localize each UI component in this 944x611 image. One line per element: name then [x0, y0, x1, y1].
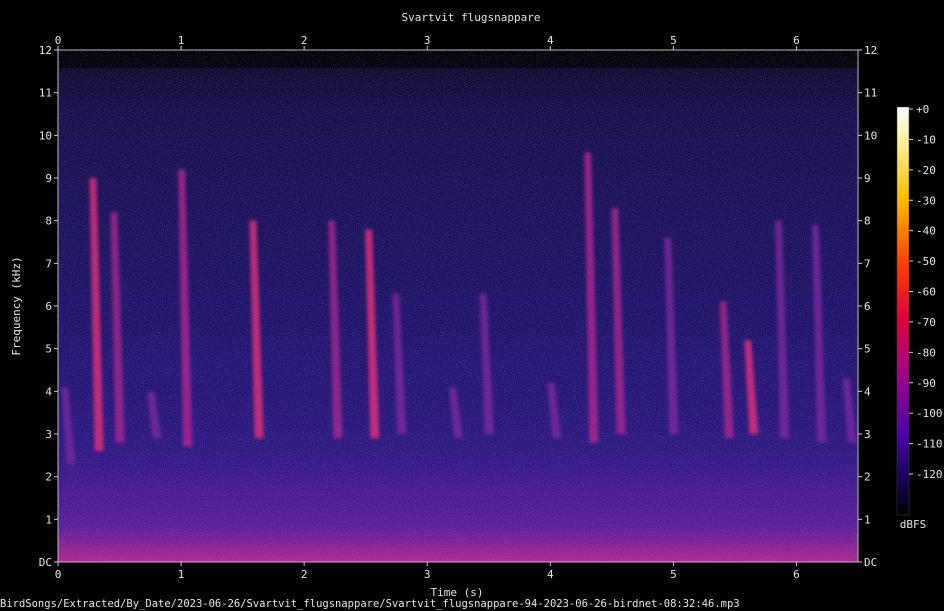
y-tick-label: 10: [39, 129, 52, 142]
y-tick-label-right: 11: [864, 87, 877, 100]
y-tick-label-right: 3: [864, 428, 871, 441]
x-tick-label-top: 0: [55, 34, 62, 47]
x-tick-label-top: 4: [547, 34, 554, 47]
y-tick-label-right: 7: [864, 257, 871, 270]
colorbar-tick-label: +0: [916, 103, 929, 116]
y-tick-label: 2: [45, 471, 52, 484]
y-tick-label: 12: [39, 44, 52, 57]
y-tick-label-right: 10: [864, 129, 877, 142]
y-tick-label: 7: [45, 257, 52, 270]
colorbar-tick-label: -80: [916, 346, 936, 359]
y-tick-label-right: 5: [864, 343, 871, 356]
x-tick-label: 4: [547, 568, 554, 581]
colorbar-tick-label: -20: [916, 164, 936, 177]
y-tick-label: 11: [39, 87, 52, 100]
x-tick-label-top: 2: [301, 34, 308, 47]
colorbar-tick-label: -110: [916, 438, 943, 451]
colorbar-tick-label: -60: [916, 286, 936, 299]
y-tick-label: 9: [45, 172, 52, 185]
y-tick-label: 4: [45, 385, 52, 398]
y-tick-label-right: 12: [864, 44, 877, 57]
x-tick-label-top: 1: [178, 34, 185, 47]
file-path: BirdSongs/Extracted/By_Date/2023-06-26/S…: [0, 598, 740, 610]
x-tick-label-top: 3: [424, 34, 431, 47]
colorbar-label: dBFS: [900, 518, 927, 531]
y-tick-label-right: 2: [864, 471, 871, 484]
y-tick-label: 1: [45, 513, 52, 526]
y-tick-label-right: 1: [864, 513, 871, 526]
y-axis-label: Frequency (kHz): [10, 256, 23, 355]
colorbar-tick-label: -50: [916, 255, 936, 268]
spectrogram-chart: Svartvit flugsnappare 0123456 0123456 DC…: [0, 11, 943, 610]
y-tick-label: 5: [45, 343, 52, 356]
x-tick-label-top: 6: [793, 34, 800, 47]
colorbar-tick-label: -10: [916, 133, 936, 146]
y-tick-label: 8: [45, 215, 52, 228]
colorbar-tick-label: -90: [916, 377, 936, 390]
chart-title: Svartvit flugsnappare: [401, 11, 540, 24]
y-tick-label-right: 8: [864, 215, 871, 228]
colorbar-tick-label: -30: [916, 194, 936, 207]
y-tick-label: 3: [45, 428, 52, 441]
y-tick-label: DC: [39, 556, 52, 569]
colorbar: [896, 106, 910, 516]
y-tick-label-right: 9: [864, 172, 871, 185]
y-tick-label-right: 6: [864, 300, 871, 313]
colorbar-tick-label: -100: [916, 407, 943, 420]
x-tick-label: 6: [793, 568, 800, 581]
colorbar-tick-label: -120: [916, 468, 943, 481]
x-tick-label-top: 5: [670, 34, 677, 47]
colorbar-tick-label: -40: [916, 225, 936, 238]
x-tick-label: 3: [424, 568, 431, 581]
x-tick-label: 1: [178, 568, 185, 581]
y-tick-label: 6: [45, 300, 52, 313]
y-tick-label-right: 4: [864, 385, 871, 398]
colorbar-tick-label: -70: [916, 316, 936, 329]
x-tick-label: 5: [670, 568, 677, 581]
x-tick-label: 0: [55, 568, 62, 581]
x-tick-label: 2: [301, 568, 308, 581]
y-tick-label-right: DC: [864, 556, 877, 569]
